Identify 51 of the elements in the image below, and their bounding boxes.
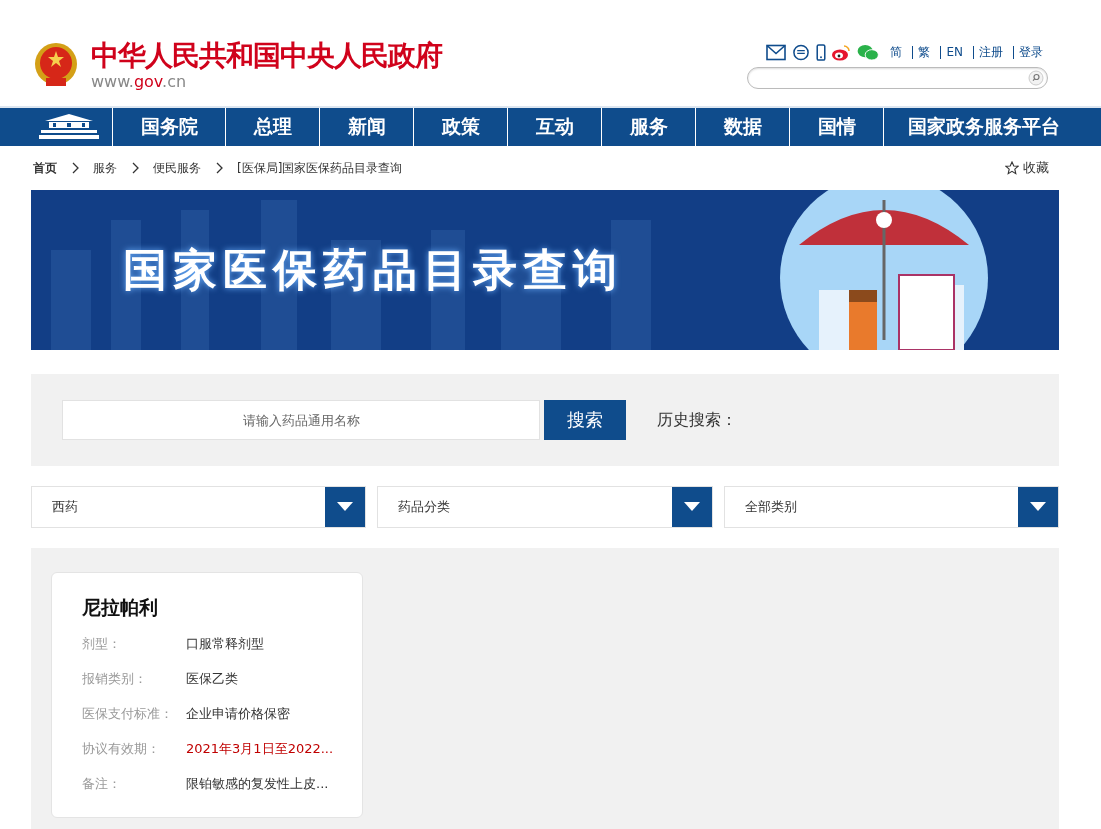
breadcrumb-link[interactable]: 首页 [33,159,57,177]
filter-dropdown[interactable]: 西药 [31,486,367,528]
star-icon [1005,161,1019,175]
filter-dropdown[interactable]: 药品分类 [377,486,713,528]
search-button[interactable]: 搜索 [544,400,626,440]
field-value: 限铂敏感的复发性上皮... [186,775,329,793]
chevron-right-icon [131,162,139,174]
banner-title: 国家医保药品目录查询 [123,242,623,297]
nav-item[interactable]: 总理 [225,108,319,146]
header-link[interactable]: 注册 [973,46,1008,59]
field-label: 协议有效期： [82,740,161,758]
breadcrumb-link[interactable]: 便民服务 [153,159,201,177]
history-label: 历史搜索： [657,409,737,431]
nav-item[interactable]: 数据 [695,108,789,146]
chevron-right-icon [215,162,223,174]
search-icon[interactable] [1028,70,1044,86]
weibo-icon[interactable] [831,44,852,61]
header-link[interactable]: 简 [885,46,908,59]
field-label: 备注： [82,775,122,793]
field-label: 剂型： [82,635,122,653]
drug-search-field[interactable]: 请输入药品通用名称 [62,400,540,440]
chevron-right-icon [71,162,79,174]
nav-item[interactable]: 新闻 [319,108,413,146]
field-label: 报销类别： [82,670,148,688]
field-value: 口服常释剂型 [186,635,264,653]
mobile-phone-icon[interactable] [816,44,827,61]
filter-dropdown[interactable]: 全部类别 [723,486,1059,528]
site-title: 中华人民共和国中央人民政府 [91,40,442,72]
drug-card[interactable]: 尼拉帕利 剂型： 口服常释剂型 报销类别： 医保乙类 医保支付标准： 企业申请价格保密 协议有效期： 2021年3月1日至2022... 备注： 限铂敏感的复发性上皮... [51,572,363,818]
header-link[interactable]: 登录 [1013,46,1048,59]
field-value: 医保乙类 [186,670,238,688]
nav-item[interactable]: 政策 [413,108,507,146]
nav-item[interactable]: 互动 [507,108,601,146]
field-label: 医保支付标准： [82,705,174,723]
nav-item[interactable]: 国务院 [112,108,225,146]
site-domain: www.gov.cn [91,72,188,92]
chat-bubble-icon[interactable] [791,44,812,61]
wechat-icon[interactable] [856,44,881,61]
palace-gate-icon[interactable] [39,113,99,141]
nav-item[interactable]: 国情 [789,108,883,146]
header-link[interactable]: 繁 [912,46,936,59]
field-value: 企业申请价格保密 [186,705,290,723]
drug-name: 尼拉帕利 [82,595,159,620]
nav-item[interactable]: 服务 [601,108,695,146]
breadcrumb-link[interactable]: 服务 [93,159,117,177]
nav-item[interactable]: 国家政务服务平台 [883,108,1084,146]
header-link[interactable]: EN [940,46,968,59]
mail-icon[interactable] [766,44,787,61]
field-value: 2021年3月1日至2022... [186,740,334,758]
breadcrumb-link[interactable]: [医保局]国家医保药品目录查询 [237,159,403,177]
favorite-link[interactable]: 收藏 [1005,159,1049,177]
